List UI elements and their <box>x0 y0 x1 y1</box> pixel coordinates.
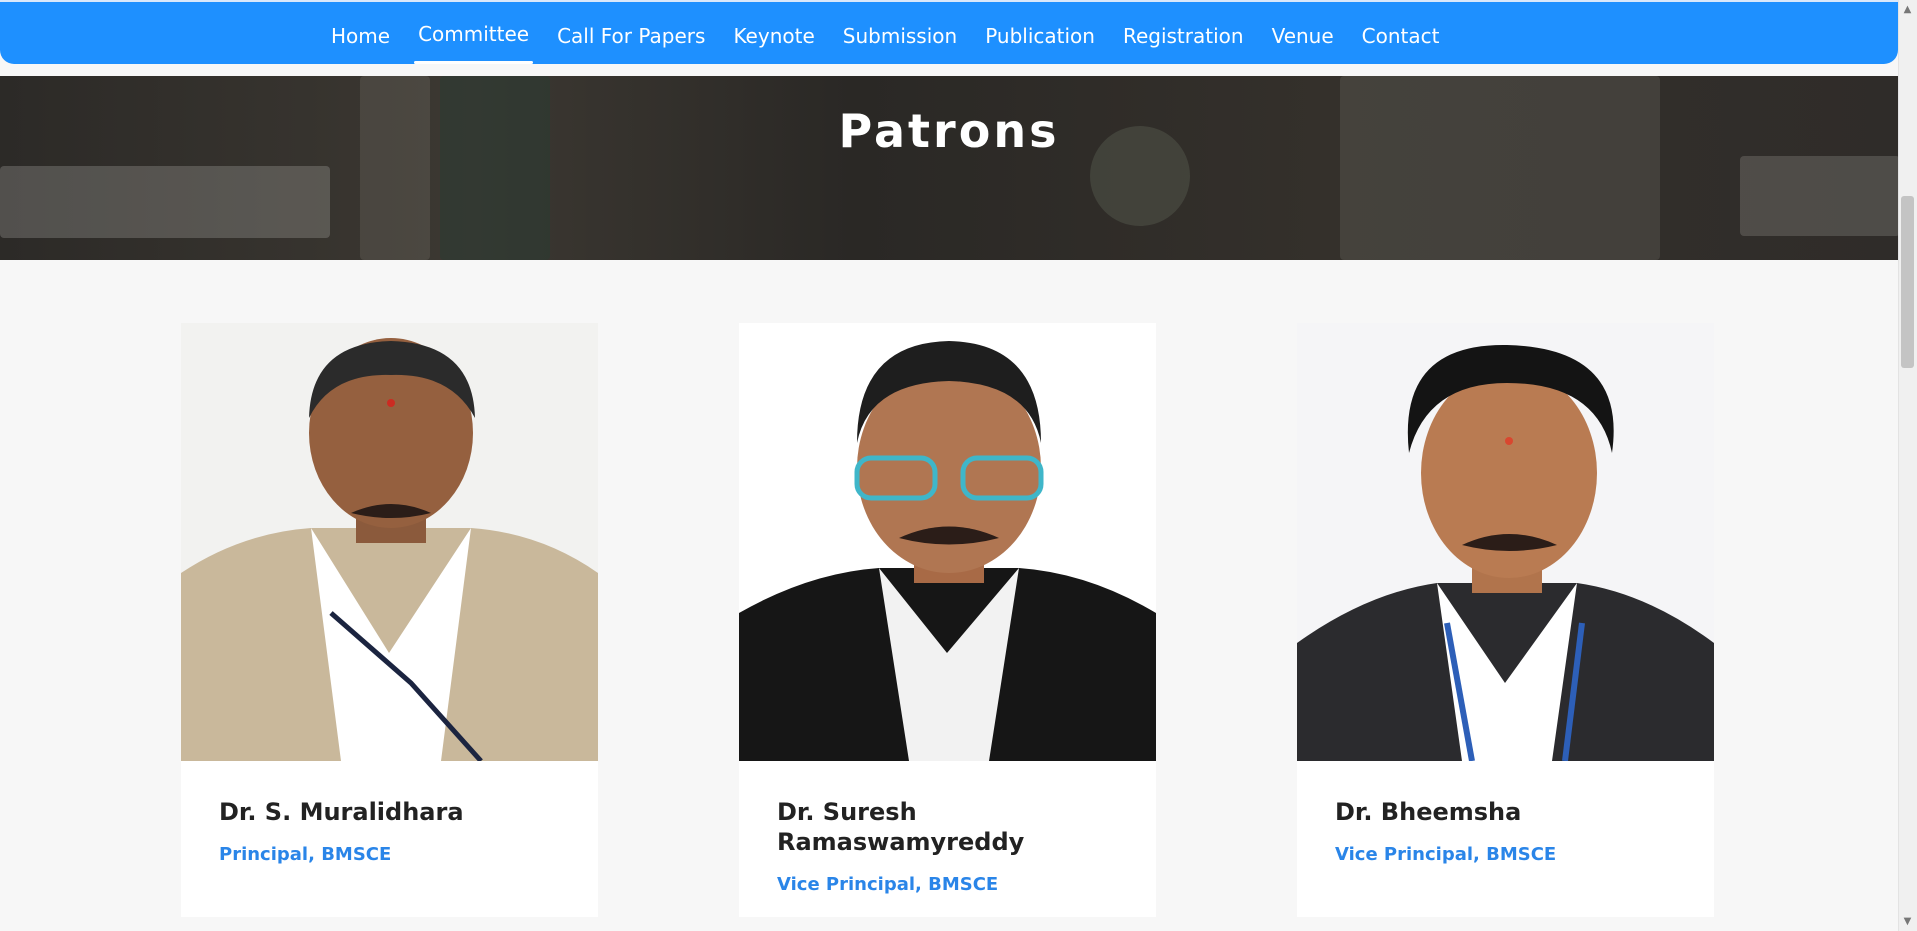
scrollbar[interactable]: ▲ ▼ <box>1898 0 1917 931</box>
patron-card: Dr. S. Muralidhara Principal, BMSCE <box>181 323 598 917</box>
scroll-down-arrow-icon[interactable]: ▼ <box>1902 916 1913 927</box>
patron-photo <box>181 323 598 761</box>
nav-keynote[interactable]: Keynote <box>723 2 824 66</box>
patron-role: Principal, BMSCE <box>219 844 392 865</box>
scrollbar-thumb[interactable] <box>1901 196 1914 368</box>
scroll-up-arrow-icon[interactable]: ▲ <box>1902 4 1913 15</box>
banner-decoration <box>0 166 330 238</box>
patron-photo <box>739 323 1156 761</box>
patron-role: Vice Principal, BMSCE <box>777 874 999 895</box>
patron-name: Dr. Bheemsha <box>1335 798 1522 826</box>
nav-menu: Home Committee Call For Papers Keynote S… <box>321 2 1457 66</box>
nav-call-for-papers[interactable]: Call For Papers <box>547 2 715 66</box>
nav-contact[interactable]: Contact <box>1352 2 1450 66</box>
nav-registration[interactable]: Registration <box>1113 2 1254 66</box>
patron-name: Dr. S. Muralidhara <box>219 798 464 826</box>
nav-publication[interactable]: Publication <box>975 2 1105 66</box>
nav-home[interactable]: Home <box>321 2 400 66</box>
patron-role: Vice Principal, BMSCE <box>1335 844 1557 865</box>
nav-venue[interactable]: Venue <box>1262 2 1344 66</box>
portrait-icon <box>1297 323 1714 761</box>
patron-name: Dr. Suresh Ramaswamyreddy <box>777 798 1025 856</box>
nav-submission[interactable]: Submission <box>833 2 967 66</box>
patron-card: Dr. Bheemsha Vice Principal, BMSCE <box>1297 323 1714 917</box>
top-navbar: Home Committee Call For Papers Keynote S… <box>0 0 1898 64</box>
page-banner: Patrons <box>0 76 1898 260</box>
page-title: Patrons <box>838 104 1060 158</box>
portrait-icon <box>181 323 598 761</box>
patron-photo <box>1297 323 1714 761</box>
banner-decoration <box>1740 156 1898 236</box>
patron-card: Dr. Suresh Ramaswamyreddy Vice Principal… <box>739 323 1156 917</box>
portrait-icon <box>739 323 1156 761</box>
nav-committee[interactable]: Committee <box>408 2 539 66</box>
